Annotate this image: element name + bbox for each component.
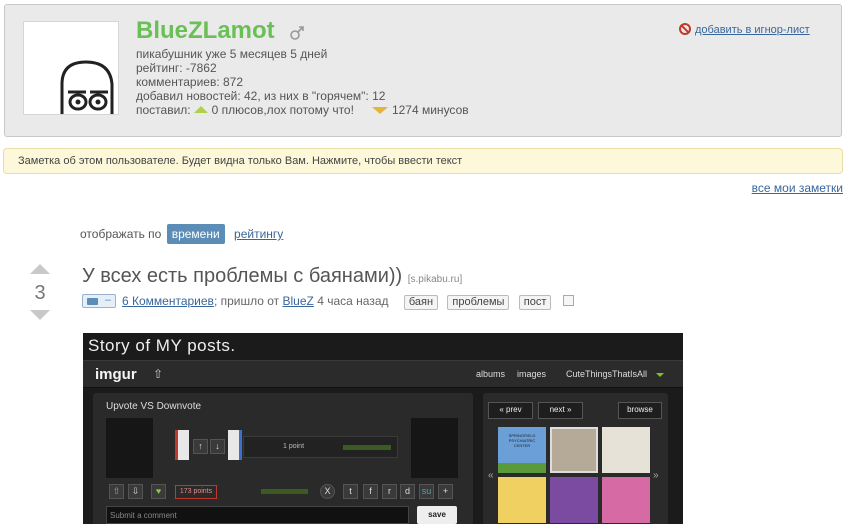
came-from-text: ; пришло от (213, 294, 280, 308)
user-comments-count: комментариев: 872 (136, 75, 244, 89)
image-point-bar (343, 445, 391, 450)
camera-dash: – (105, 294, 112, 306)
image-points-bar (261, 489, 308, 494)
post-time: 4 часа назад (317, 294, 389, 308)
thumb-sign (550, 427, 598, 473)
camera-icon (87, 298, 98, 305)
sort-by-time-button[interactable]: времени (166, 224, 225, 244)
image-share-x-icon: X (320, 484, 335, 499)
image-thumbs-right-icon: » (653, 470, 659, 481)
image-prev-button: « prev (488, 402, 533, 419)
thumb-marilyn (498, 477, 546, 523)
user-note-field[interactable]: Заметка об этом пользователе. Будет видн… (3, 148, 843, 174)
thumb-purple (550, 477, 598, 523)
image-share-stumble-icon: su (419, 484, 434, 499)
image-share-facebook-icon: f (363, 484, 378, 499)
image-dark-box-left (106, 418, 153, 478)
thumb-helmet (602, 477, 650, 523)
fighter-guile-icon (228, 430, 242, 460)
image-share-twitter-icon: t (343, 484, 358, 499)
image-down-icon: ↓ (210, 439, 225, 454)
post-source: [s.pikabu.ru] (407, 274, 463, 285)
thumb-springfield: SPRINGFIELD PSYCHIATRIC CENTER (498, 427, 546, 473)
block-icon (679, 23, 691, 35)
votes-label: поставил: (136, 103, 191, 117)
image-upvote-icon: ⇧ (109, 484, 124, 499)
avatar (23, 21, 119, 115)
image-points-box: 173 points (175, 485, 217, 499)
post-meta: –6 Комментариев; пришло от BlueZ 4 часа … (82, 294, 574, 310)
gender-male-icon (290, 26, 304, 40)
profile-box: BlueZLamot пикабушник уже 5 месяцев 5 дн… (4, 4, 842, 137)
save-post-icon[interactable] (562, 295, 574, 306)
sort-controls: отображать по времени рейтингу (80, 224, 283, 244)
minus-count: 1274 минусов (391, 103, 469, 117)
plus-arrow-icon (193, 106, 208, 113)
post-score: 3 (34, 282, 46, 304)
image-post-badge[interactable]: – (82, 294, 116, 308)
nav-images: images (517, 369, 547, 379)
image-thumbs-left-icon: « (488, 470, 494, 481)
user-news-count: добавил новостей: 42, из них в "горячем"… (136, 89, 386, 103)
avatar-face-icon (60, 60, 114, 114)
user-votes: поставил: 0 плюсов,лох потому что! 1274 ми… (136, 103, 469, 117)
upvote-arrow-icon[interactable] (30, 264, 50, 274)
author-link[interactable]: BlueZ (283, 294, 314, 308)
image-share-more-icon: + (438, 484, 453, 499)
image-panel-title: Upvote VS Downvote (106, 401, 202, 412)
thumb-springfield-text: SPRINGFIELD PSYCHIATRIC CENTER (508, 433, 536, 448)
ignore-control: добавить в игнор-лист (679, 23, 810, 36)
thumb-note (602, 427, 650, 473)
image-caption: Story of MY posts. (88, 336, 236, 355)
user-rating: рейтинг: -7862 (136, 61, 217, 75)
tag-bayan[interactable]: баян (403, 295, 439, 310)
image-share-digg-icon: d (400, 484, 415, 499)
user-stats: пикабушник уже 5 месяцев 5 дней рейтинг:… (136, 47, 469, 117)
sort-by-rating-link[interactable]: рейтингу (234, 227, 283, 241)
tag-post[interactable]: пост (518, 295, 552, 310)
downvote-arrow-icon[interactable] (30, 310, 50, 320)
image-dark-box-right (411, 418, 458, 478)
nav-albums: albums (476, 369, 506, 379)
minus-arrow-icon (371, 107, 388, 114)
image-browse-button: browse (618, 402, 662, 419)
upload-arrow-icon: ⇧ (153, 367, 164, 381)
all-notes-link[interactable]: все мои заметки (752, 181, 843, 195)
post-title-link[interactable]: У всех есть проблемы с баянами)) (82, 265, 402, 287)
sort-label: отображать по (80, 227, 162, 241)
image-up-icon: ↑ (193, 439, 208, 454)
image-next-button: next » (538, 402, 583, 419)
image-downvote-icon: ⇩ (128, 484, 143, 499)
plus-count: 0 плюсов,лох потому что! (211, 103, 354, 117)
post-image[interactable]: Story of MY posts. imgur ⇧ albums images… (83, 333, 683, 524)
member-duration: пикабушник уже 5 месяцев 5 дней (136, 47, 328, 61)
comments-link[interactable]: 6 Комментариев (122, 294, 214, 308)
tag-problemy[interactable]: проблемы (447, 295, 510, 310)
add-to-ignore-link[interactable]: добавить в игнор-лист (695, 24, 810, 36)
image-comment-box: Submit a comment (106, 506, 409, 524)
username: BlueZLamot (136, 17, 275, 44)
imgur-logo: imgur (95, 366, 137, 383)
image-heart-icon: ♥ (151, 484, 166, 499)
dropdown-caret-icon (656, 373, 664, 377)
post-title-row: У всех есть проблемы с баянами)) [s.pika… (82, 265, 462, 288)
thumb-grass (498, 463, 546, 473)
fighter-ryu-icon (175, 430, 189, 460)
vote-box: 3 (29, 264, 51, 320)
image-share-reddit-icon: r (382, 484, 397, 499)
image-save-button: save (417, 506, 457, 524)
nav-gallery: CuteThingsThatIsAll (566, 369, 648, 379)
image-point-text: 1 point (283, 443, 305, 450)
